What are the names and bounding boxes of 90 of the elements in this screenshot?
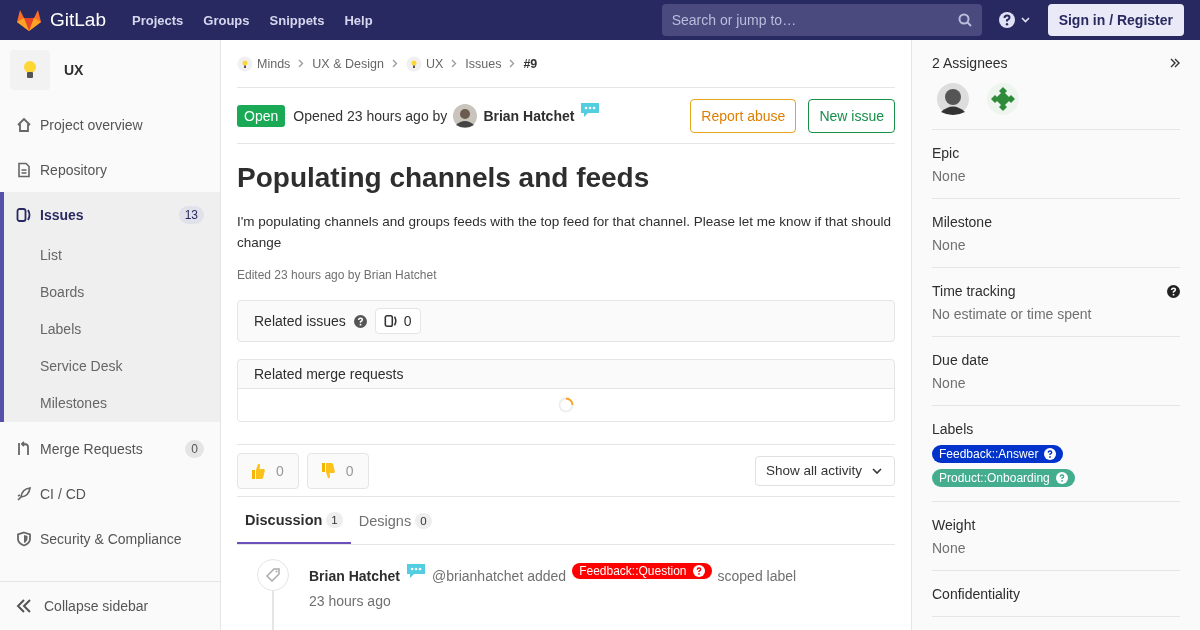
user-avatar[interactable] [453,103,478,128]
sidebar-item[interactable]: CI / CD [0,471,220,516]
breadcrumb-link[interactable]: Issues [465,56,502,71]
nav-link[interactable]: Help [336,12,381,28]
user-avatar[interactable] [937,83,969,115]
section-title: Weight [932,517,976,533]
project-name[interactable]: UX [64,62,84,78]
opened-text: Opened 23 hours ago by [293,107,448,124]
card-title: Related merge requests [254,366,404,383]
section-value: No estimate or time spent [932,306,1093,322]
sign-in-button[interactable]: Sign in / Register [1047,4,1184,36]
section-title: Confidentiality [932,586,1020,602]
status-badge: Open [237,104,286,127]
note-time: 23 hours ago [309,593,392,610]
lightbulb-icon [405,55,422,72]
document-icon [16,161,32,178]
section-title: Epic [932,145,960,161]
sidebar-subitem[interactable]: List [4,237,220,274]
search-field[interactable]: Search or jump to… [661,4,982,36]
tab[interactable]: Designs 0 [350,497,440,545]
sidebar-subitem[interactable]: Service Desk [4,348,220,385]
edited-note: Edited 23 hours ago by Brian Hatchet [237,268,438,283]
breadcrumb-link[interactable]: #9 [523,56,538,71]
chevron-right-icon [509,59,516,68]
section-title: Time tracking [932,283,1016,299]
loading-spinner-icon [558,397,574,414]
tab[interactable]: Discussion 1 [237,497,351,545]
section-title: Due date [932,352,989,368]
issue-description: I'm populating channels and groups feeds with the top feed for that channel. Please let me know if that should change [237,213,892,253]
help-icon [1055,472,1068,484]
help-icon [692,565,705,578]
shield-icon [16,530,32,547]
chevron-down-icon [872,467,882,474]
new-issue-button[interactable]: New issue [808,98,895,133]
chevron-right-icon [298,59,305,68]
lightbulb-icon [23,60,37,80]
section-value: None [932,540,967,556]
chevron-right-icon [451,59,458,68]
speech-bubble-icon [406,563,427,580]
section-value: None [932,168,967,184]
issue-count-badge: 0 [374,308,421,335]
identicon-avatar[interactable] [987,83,1019,115]
nav-link[interactable]: Snippets [261,12,333,28]
double-chevron-right-icon[interactable] [1170,58,1180,68]
nav-link[interactable]: Projects [124,12,192,28]
author-link[interactable]: Brian Hatchet [483,107,575,124]
help-icon[interactable] [353,314,367,328]
help-dropdown-icon[interactable] [997,11,1032,29]
house-icon [16,116,32,133]
issues-icon [383,314,398,329]
activity-filter-dropdown[interactable]: Show all activity [754,455,895,486]
breadcrumb-link[interactable]: UX [425,56,444,71]
section-title: Labels [932,421,974,437]
project-avatar[interactable] [10,50,50,90]
thumbs-up-icon [250,461,266,480]
double-chevron-left-icon [16,599,32,613]
section-value: None [932,237,967,253]
sidebar-subitem[interactable]: Labels [4,311,220,348]
sidebar-subitem[interactable]: Milestones [4,385,220,422]
card-title: Related issues [254,313,346,330]
chevron-right-icon [391,59,398,68]
nav-link[interactable]: Groups [195,12,258,28]
help-icon [1044,448,1057,460]
breadcrumb-link[interactable]: Minds [257,56,291,71]
help-icon[interactable] [1167,284,1180,298]
note-action: @brianhatchet added [432,568,567,585]
merge-request-icon [16,440,32,457]
search-icon [957,13,972,27]
section-title: Milestone [932,214,992,230]
collapse-sidebar-button[interactable]: Collapse sidebar [0,581,220,630]
sidebar-item[interactable]: Repository [0,147,220,192]
issue-title: Populating channels and feeds [237,161,651,195]
fox-logo-icon[interactable] [16,8,42,32]
sidebar-item[interactable]: Merge Requests 0 [0,426,220,471]
issues-icon [16,206,32,223]
lightbulb-icon [237,55,253,72]
sidebar-item[interactable]: Issues 13 [4,192,220,237]
note-author[interactable]: Brian Hatchet [309,568,401,585]
scoped-label[interactable]: Feedback::Question [572,563,712,580]
sidebar-item[interactable]: Project overview [0,102,220,147]
breadcrumb-link[interactable]: UX & Design [312,56,384,71]
gitlab-logo-text[interactable]: GitLab [50,9,106,31]
speech-bubble-icon [580,102,601,118]
sidebar-item[interactable]: Security & Compliance [0,516,220,561]
assignees-title: 2 Assignees [932,55,1008,71]
scoped-label[interactable]: Feedback::Answer [932,445,1064,463]
note-action: scoped label [717,568,797,585]
section-value: None [932,375,967,391]
thumbs-down-icon [319,461,336,480]
sidebar-subitem[interactable]: Boards [4,274,220,311]
